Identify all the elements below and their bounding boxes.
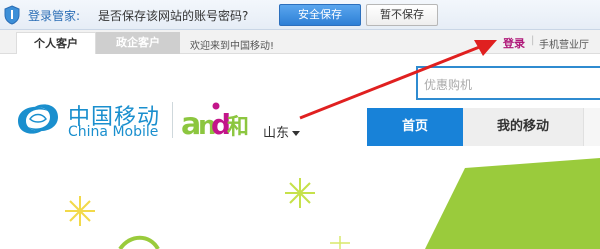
search-input[interactable]: 优惠购机 [416, 66, 600, 100]
and-brand-logo: a n d 和 [181, 102, 249, 140]
login-link[interactable]: 登录 [503, 35, 525, 51]
password-save-bar: 登录管家: 是否保存该网站的账号密码? 安全保存 暂不保存 [0, 0, 600, 30]
nav-separator: | [531, 35, 535, 46]
flower-decoration [65, 196, 95, 226]
china-mobile-logo-icon[interactable] [14, 99, 62, 139]
province-label: 山东 [263, 126, 290, 141]
flower-decoration [285, 178, 315, 208]
search-placeholder: 优惠购机 [424, 78, 473, 92]
caret-down-icon [292, 131, 301, 136]
shield-icon [4, 5, 20, 25]
logo-divider [172, 102, 173, 138]
mobile-hall-link[interactable]: 手机营业厅 [539, 36, 589, 51]
welcome-text: 欢迎来到中国移动! [190, 41, 275, 52]
password-bar-question: 是否保存该网站的账号密码? [98, 9, 249, 23]
not-now-button[interactable]: 暂不保存 [366, 4, 438, 26]
password-bar-title: 登录管家: [28, 9, 81, 23]
province-selector[interactable]: 山东 [263, 122, 301, 141]
logo-english-name: China Mobile [68, 124, 159, 140]
nav-my-mobile[interactable]: 我的移动 [463, 108, 583, 146]
nav-home[interactable]: 首页 [367, 108, 463, 146]
hero-banner[interactable] [0, 146, 600, 249]
nav-next-item[interactable] [583, 108, 600, 146]
secure-save-button[interactable]: 安全保存 [279, 4, 361, 26]
tab-personal-customer[interactable]: 个人客户 [16, 32, 96, 54]
and-logo-text: 和 [227, 115, 249, 140]
tab-enterprise-customer[interactable]: 政企客户 [96, 32, 180, 54]
site-top-nav: 个人客户 政企客户 欢迎来到中国移动! 登录 | 手机营业厅 [0, 30, 600, 54]
banner-graphic [65, 158, 600, 249]
flower-decoration [330, 236, 350, 249]
